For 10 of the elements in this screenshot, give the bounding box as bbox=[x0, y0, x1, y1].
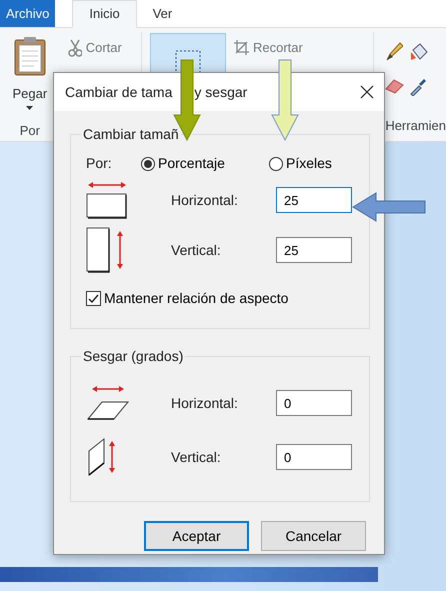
field-label: Horizontal: bbox=[171, 190, 239, 210]
group-label: Por bbox=[20, 122, 40, 140]
field-label: Vertical: bbox=[171, 448, 222, 466]
field-label: Horizontal: bbox=[171, 394, 239, 412]
group-label: Herramien bbox=[385, 117, 446, 135]
dialog-title: y sesgar bbox=[194, 82, 248, 102]
radio-group-label: Por: bbox=[86, 154, 113, 173]
group-legend: Sesgar (grados) bbox=[81, 348, 186, 365]
field-label: Vertical: bbox=[171, 240, 222, 260]
dialog-title: Cambiar de tama bbox=[65, 82, 172, 102]
